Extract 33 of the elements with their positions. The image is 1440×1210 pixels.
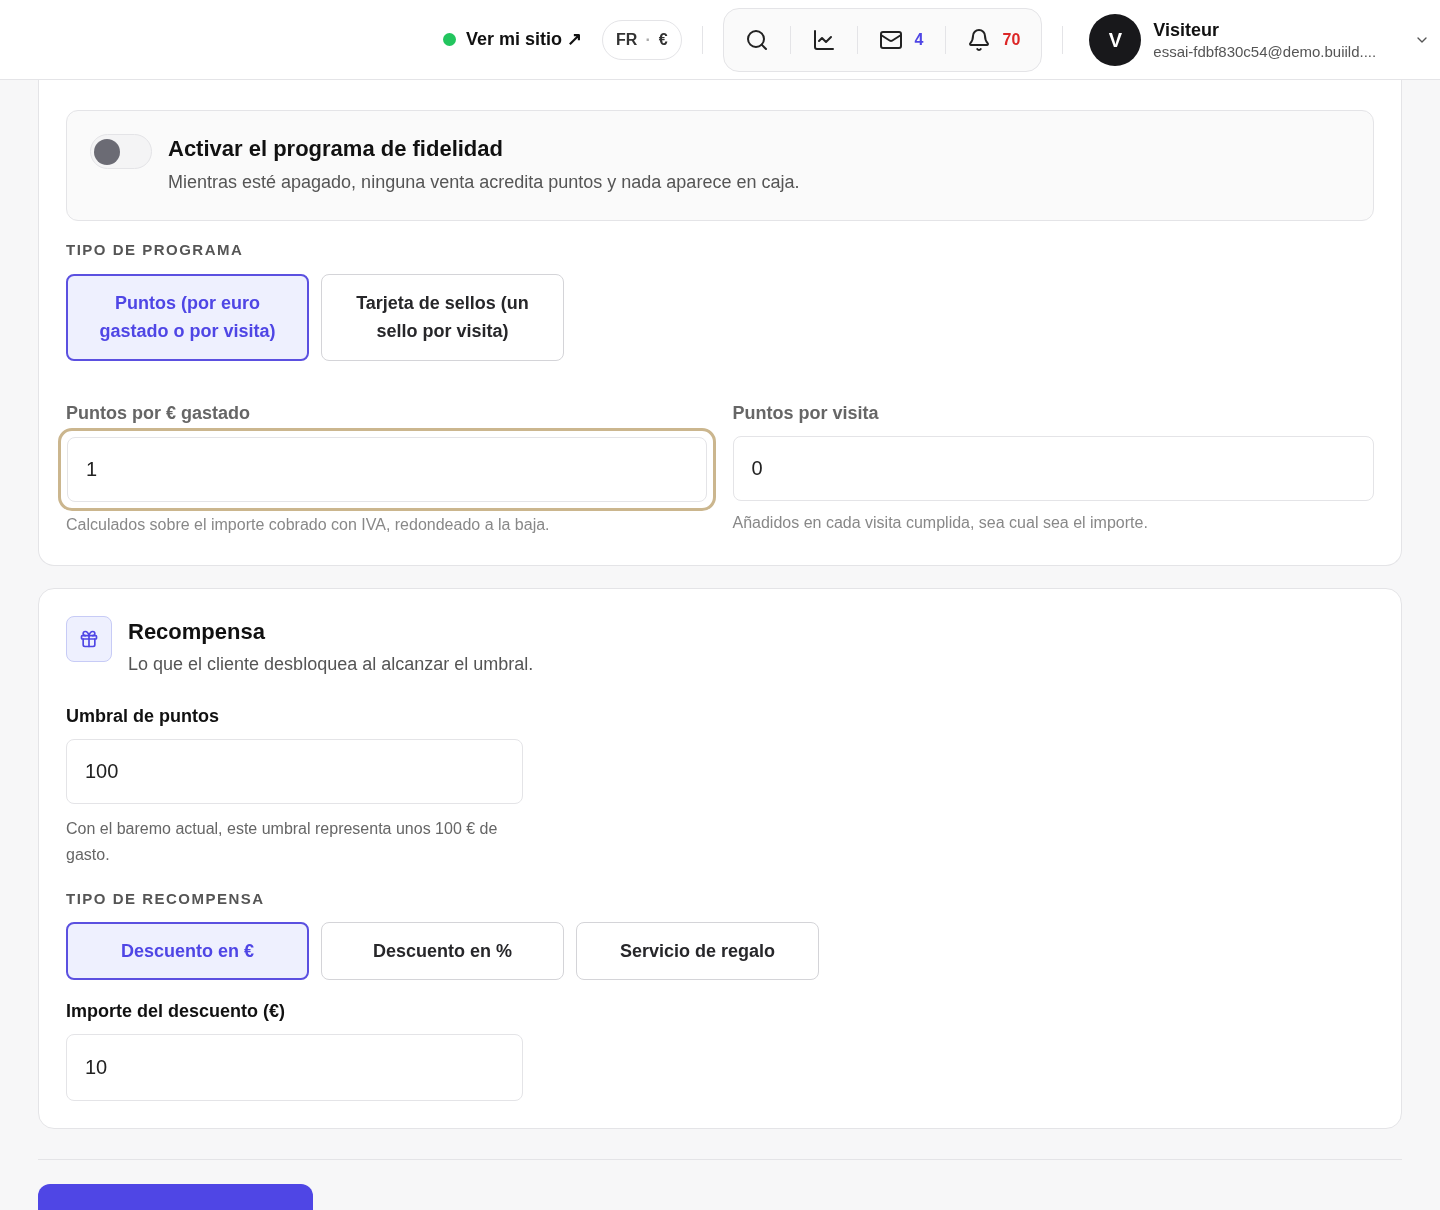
input-field[interactable]: 0 — [732, 435, 1374, 501]
user-email: essai-fdbf830c54@demo.buiild.... — [1153, 41, 1377, 62]
option-button[interactable]: Descuento en € — [66, 922, 309, 980]
field-label: Puntos por € gastado — [66, 401, 252, 425]
field-hint: Calculados sobre el importe cobrado con IVA, redondeado a la baja. — [66, 514, 551, 535]
option-button[interactable]: Servicio de regalo — [576, 922, 819, 980]
field-label: Importe del descuento (€) — [66, 1000, 287, 1023]
field-label: Puntos por visita — [732, 401, 880, 425]
option-button[interactable]: Puntos (por euro gastado o por visita) — [66, 273, 309, 361]
input-field[interactable]: 10 — [66, 1034, 523, 1101]
toggle-title: Activar el programa de fidelidad — [168, 135, 504, 163]
field-label: Umbral de puntos — [66, 704, 220, 728]
site-link[interactable]: Ver mi sitio ↗ — [443, 26, 583, 53]
count-label: 4 — [914, 29, 924, 50]
search-icon[interactable] — [744, 27, 769, 52]
user-name: Visiteur — [1153, 18, 1220, 42]
input-field[interactable]: 1 — [67, 436, 707, 502]
toggle-description: Mientras esté apagado, ninguna venta acredita puntos y nada aparece en caja. — [168, 171, 800, 194]
field-hint: Añadidos en cada visita cumplida, sea cual sea el importe. — [732, 512, 1149, 533]
section-label: TIPO DE PROGRAMA — [66, 240, 245, 260]
field-hint: Con el baremo actual, este umbral representa unos 100 € de gasto. — [66, 818, 499, 865]
card-subtitle: Lo que el cliente desbloquea al alcanzar el umbral. — [128, 652, 534, 676]
gift-icon — [66, 615, 112, 662]
input-field[interactable]: 100 — [66, 738, 523, 804]
option-button[interactable]: Tarjeta de sellos (un sello por visita) — [321, 273, 564, 361]
card-title: Recompensa — [128, 617, 266, 646]
chart-icon[interactable] — [811, 27, 836, 52]
option-button[interactable]: Descuento en % — [321, 922, 564, 980]
avatar[interactable]: V — [1089, 13, 1142, 66]
section-label: TIPO DE RECOMPENSA — [66, 888, 266, 909]
count-label: 70 — [1002, 29, 1021, 50]
toggle-switch[interactable] — [90, 134, 152, 169]
bell-icon[interactable] — [966, 27, 991, 52]
